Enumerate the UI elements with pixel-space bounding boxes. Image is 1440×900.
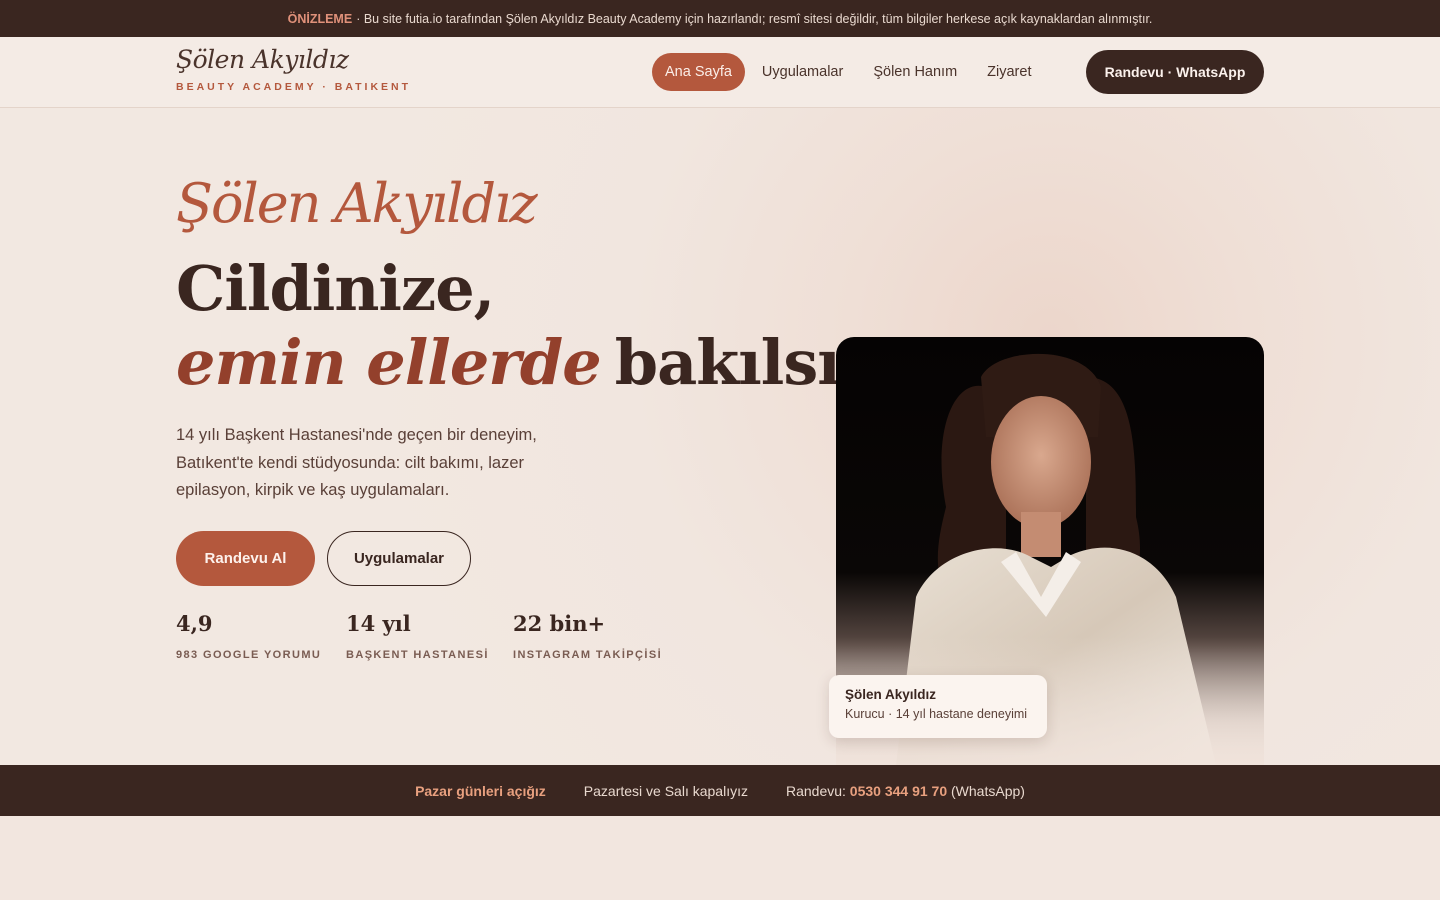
site-header: Şölen Akyıldız BEAUTY ACADEMY · BATIKENT… — [0, 37, 1440, 108]
main-nav: Ana Sayfa Uygulamalar Şölen Hanım Ziyare… — [652, 53, 1048, 91]
logo-subtitle: BEAUTY ACADEMY · BATIKENT — [176, 81, 412, 93]
hero-section: Şölen Akyıldız Cildinize, emin ellerde ba… — [0, 108, 1440, 765]
headline-line-1: Cildinize, — [176, 252, 495, 325]
stat-value: 4,9 — [176, 611, 213, 636]
appointment-label: Randevu: — [785, 782, 846, 799]
preview-banner: ÖNİZLEME · Bu site futia.io tarafından Ş… — [0, 0, 1440, 37]
stat-label: 983 GOOGLE YORUMU — [176, 649, 322, 661]
preview-tag: ÖNİZLEME — [287, 11, 353, 26]
nav-treatments[interactable]: Uygulamalar — [749, 53, 856, 91]
info-bar: Pazar günleri açığız Pazartesi ve Salı k… — [0, 765, 1440, 816]
stat-instagram-followers: 22 bin+ INSTAGRAM TAKİPÇİSİ — [513, 611, 662, 661]
whatsapp-appointment-button[interactable]: Randevu · WhatsApp — [1086, 50, 1264, 94]
stat-hospital-years: 14 yıl BAŞKENT HASTANESİ — [346, 611, 489, 661]
preview-text: · Bu site futia.io tarafından Şölen Akyı… — [356, 11, 1153, 26]
caption-subtitle: Kurucu · 14 yıl hastane deneyimi — [845, 707, 1028, 721]
stat-label: INSTAGRAM TAKİPÇİSİ — [513, 649, 663, 661]
appointment-info: Randevu: 0530 344 91 70 (WhatsApp) — [786, 783, 1025, 799]
caption-name: Şölen Akyıldız — [845, 687, 937, 702]
headline-emphasis: emin ellerde — [176, 326, 602, 399]
hero-lead: 14 yılı Başkent Hastanesi'nde geçen bir … — [176, 426, 537, 499]
founder-caption-card: Şölen Akyıldız Kurucu · 14 yıl hastane d… — [829, 675, 1047, 738]
nav-home[interactable]: Ana Sayfa — [652, 53, 745, 91]
stat-label: BAŞKENT HASTANESİ — [346, 649, 489, 661]
book-appointment-button[interactable]: Randevu Al — [176, 531, 315, 586]
page-bottom-area — [0, 816, 1440, 900]
nav-visit[interactable]: Ziyaret — [974, 53, 1044, 91]
stat-google-rating: 4,9 983 GOOGLE YORUMU — [176, 611, 321, 661]
hero-script-name: Şölen Akyıldız — [176, 172, 538, 235]
headline-line-2: emin ellerde bakılsın. — [176, 326, 905, 400]
stat-value: 14 yıl — [346, 611, 411, 636]
treatments-button[interactable]: Uygulamalar — [327, 531, 471, 586]
appointment-suffix: (WhatsApp) — [951, 782, 1025, 799]
hero-headline: Cildinize, emin ellerde bakılsın. — [176, 252, 905, 400]
open-days: Pazar günleri açığız — [415, 782, 546, 799]
nav-about[interactable]: Şölen Hanım — [860, 53, 970, 91]
logo-wordmark[interactable]: Şölen Akyıldız — [176, 45, 349, 74]
stat-value: 22 bin+ — [513, 611, 606, 636]
closed-days: Pazartesi ve Salı kapalıyız — [583, 782, 748, 799]
phone-link[interactable]: 0530 344 91 70 — [850, 783, 947, 799]
